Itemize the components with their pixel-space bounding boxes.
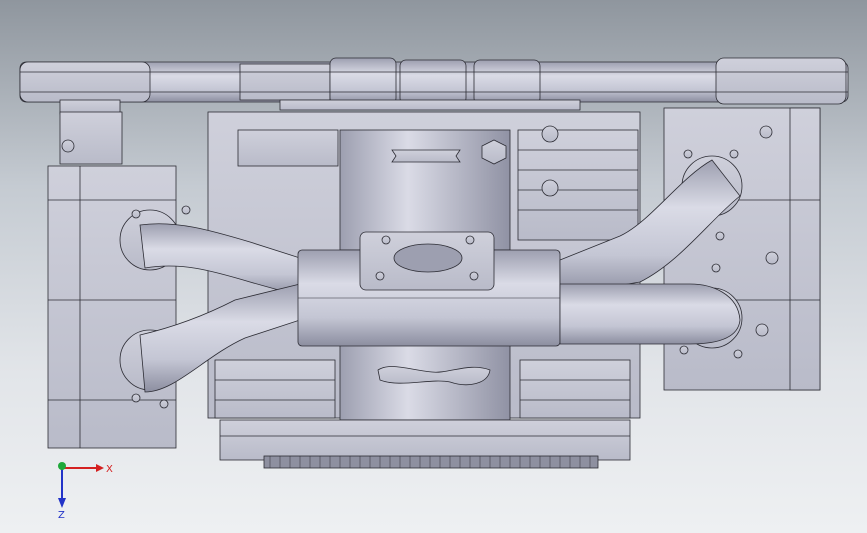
x-axis-arrowhead xyxy=(96,464,104,472)
y-axis-dot xyxy=(58,462,66,470)
flywheel-base xyxy=(219,419,631,469)
orientation-triad: X Z xyxy=(58,462,113,521)
engine-model-drawing[interactable]: X Z xyxy=(0,0,867,533)
left-housing xyxy=(47,111,177,449)
z-axis-label: Z xyxy=(58,510,65,521)
z-axis-arrowhead xyxy=(58,498,66,508)
x-axis-label: X xyxy=(106,464,113,475)
belt-drive xyxy=(19,57,849,115)
cad-viewport[interactable]: X Z xyxy=(0,0,867,533)
engine-model xyxy=(19,57,849,469)
intake-flange xyxy=(359,231,495,291)
